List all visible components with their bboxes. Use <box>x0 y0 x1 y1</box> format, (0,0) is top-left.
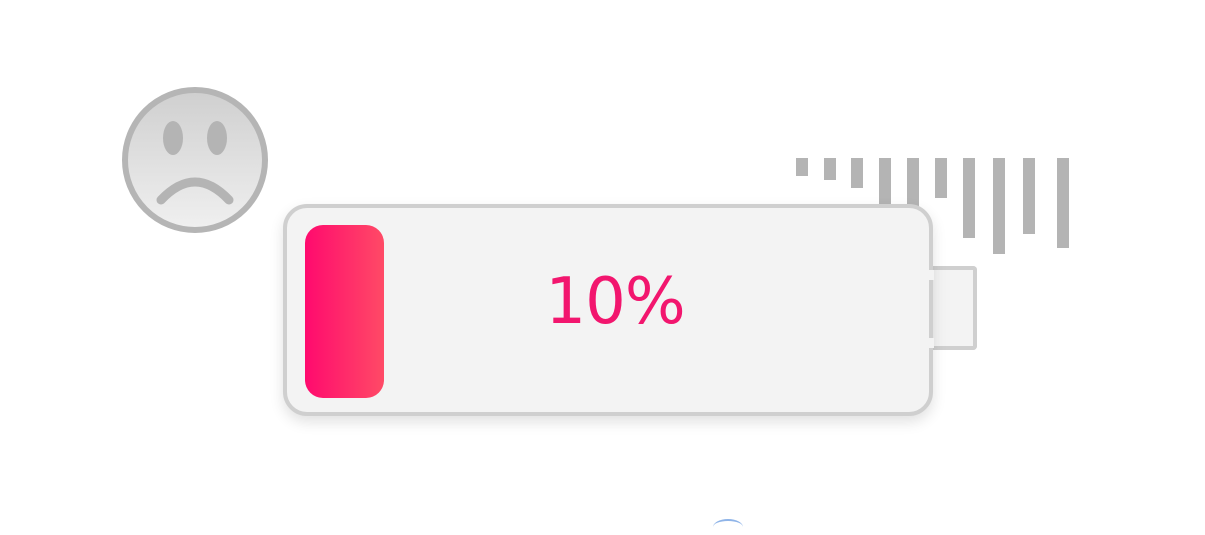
battery-terminal-joint-bottom <box>924 338 934 348</box>
sad-face-icon <box>122 87 268 233</box>
battery-percent-label: 10% <box>545 265 685 339</box>
battery-level-fill <box>305 225 384 398</box>
battery-terminal <box>927 266 977 350</box>
partial-circle-decoration <box>713 519 743 535</box>
battery-terminal-joint-top <box>924 270 934 280</box>
